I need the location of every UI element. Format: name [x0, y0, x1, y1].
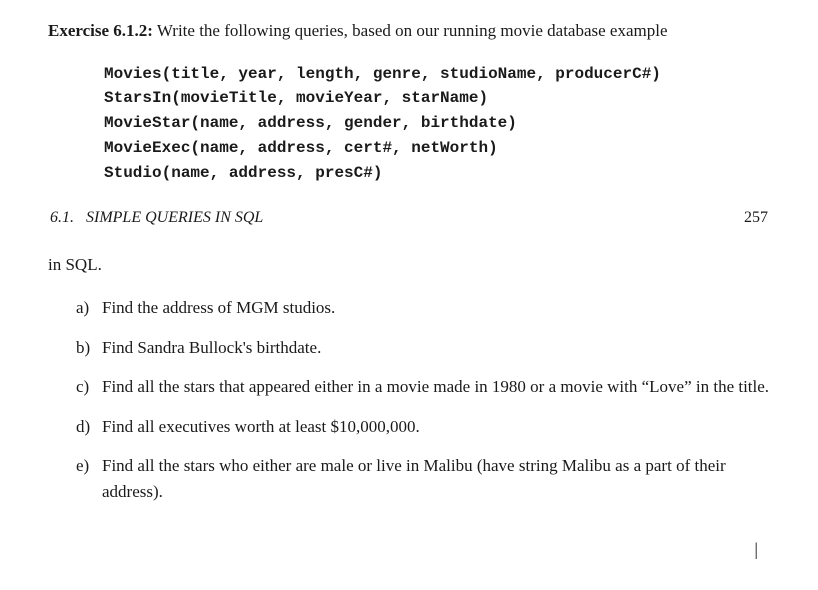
exercise-prompt: Write the following queries, based on ou…: [157, 21, 668, 40]
schema-line: Studio(name, address, presC#): [104, 164, 382, 182]
page-number: 257: [744, 209, 768, 227]
question-label: b): [76, 335, 102, 361]
question-list: a) Find the address of MGM studios. b) F…: [48, 295, 770, 504]
section-number: 6.1.: [50, 209, 74, 227]
section-title: SIMPLE QUERIES IN SQL: [86, 209, 263, 227]
question-item: e) Find all the stars who either are mal…: [76, 453, 770, 504]
question-text: Find the address of MGM studios.: [102, 295, 770, 321]
question-item: b) Find Sandra Bullock's birthdate.: [76, 335, 770, 361]
question-text: Find Sandra Bullock's birthdate.: [102, 335, 770, 361]
question-item: a) Find the address of MGM studios.: [76, 295, 770, 321]
question-text: Find all the stars that appeared either …: [102, 374, 770, 400]
question-item: c) Find all the stars that appeared eith…: [76, 374, 770, 400]
question-label: a): [76, 295, 102, 321]
question-label: d): [76, 414, 102, 440]
question-text: Find all the stars who either are male o…: [102, 453, 770, 504]
section-left: 6.1. SIMPLE QUERIES IN SQL: [50, 209, 263, 227]
schema-line: Movies(title, year, length, genre, studi…: [104, 65, 661, 83]
schema-block: Movies(title, year, length, genre, studi…: [104, 62, 770, 186]
text-cursor: |: [754, 539, 758, 560]
schema-line: StarsIn(movieTitle, movieYear, starName): [104, 89, 488, 107]
schema-line: MovieExec(name, address, cert#, netWorth…: [104, 139, 498, 157]
exercise-label: Exercise 6.1.2:: [48, 21, 153, 40]
exercise-header: Exercise 6.1.2: Write the following quer…: [48, 18, 770, 44]
section-header: 6.1. SIMPLE QUERIES IN SQL 257: [48, 209, 770, 227]
question-item: d) Find all executives worth at least $1…: [76, 414, 770, 440]
in-sql-text: in SQL.: [48, 255, 770, 275]
question-label: c): [76, 374, 102, 400]
question-text: Find all executives worth at least $10,0…: [102, 414, 770, 440]
schema-line: MovieStar(name, address, gender, birthda…: [104, 114, 517, 132]
question-label: e): [76, 453, 102, 504]
